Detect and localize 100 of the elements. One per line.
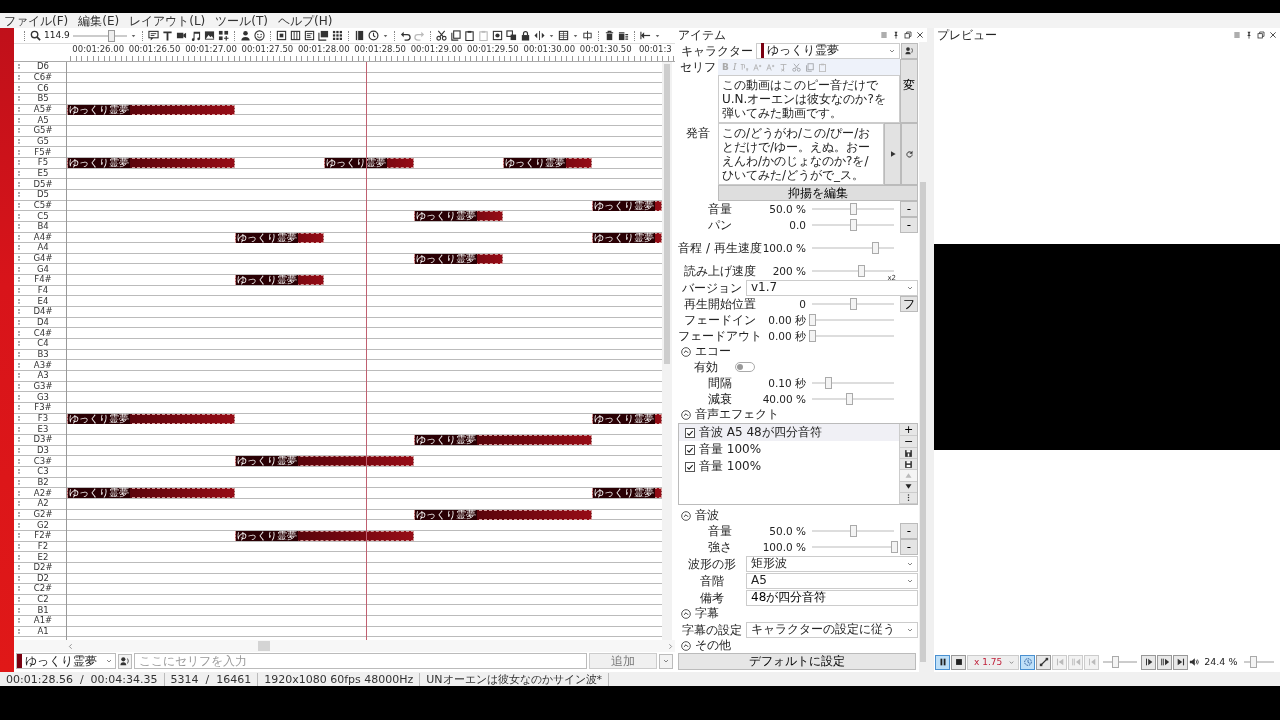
- player-button[interactable]: [1141, 654, 1157, 670]
- slider-thumb[interactable]: [1250, 656, 1258, 668]
- scissors-icon[interactable]: [435, 30, 447, 41]
- music-note-icon[interactable]: [189, 30, 201, 41]
- slider-thumb[interactable]: [107, 29, 115, 42]
- note-block[interactable]: ゆっくり霊夢: [234, 456, 414, 467]
- menu-item[interactable]: ヘルプ(H): [278, 13, 333, 28]
- clipboard-icon[interactable]: [477, 30, 489, 41]
- effect-item[interactable]: 音波 A5 48が四分音符: [679, 424, 899, 441]
- reset-button[interactable]: -: [900, 523, 918, 539]
- scroll-left-icon[interactable]: [66, 641, 75, 651]
- note-block[interactable]: ゆっくり霊夢: [324, 157, 414, 168]
- note-block[interactable]: ゆっくり霊夢: [413, 211, 503, 222]
- clipboard-icon[interactable]: [818, 62, 828, 72]
- triangle-down-icon[interactable]: [904, 482, 913, 492]
- remove-button[interactable]: −: [900, 436, 917, 448]
- restore-icon[interactable]: [904, 31, 912, 39]
- dropdown[interactable]: v1.7: [746, 279, 918, 296]
- caret-icon[interactable]: [129, 32, 137, 39]
- split-arrows-icon[interactable]: [533, 30, 545, 41]
- slider-thumb[interactable]: [845, 393, 853, 405]
- undo-icon[interactable]: [399, 30, 411, 41]
- collapse-icon[interactable]: [681, 409, 691, 420]
- slider-thumb[interactable]: [872, 242, 880, 254]
- dropdown[interactable]: キャラクターの設定に従う: [746, 621, 918, 638]
- edit-intonation-button[interactable]: 抑揚を編集: [718, 185, 918, 201]
- table-icon[interactable]: [557, 30, 569, 41]
- note-block[interactable]: ゆっくり霊夢: [413, 509, 593, 520]
- note-input[interactable]: 48が四分音符: [746, 589, 918, 606]
- collapse-icon[interactable]: [681, 510, 691, 521]
- restore-icon[interactable]: [1257, 31, 1265, 39]
- reset-button[interactable]: フ: [900, 296, 918, 312]
- center-align-icon[interactable]: [581, 30, 593, 41]
- player-button[interactable]: [951, 654, 966, 670]
- menu-item[interactable]: レイアウト(L): [129, 13, 206, 28]
- clear-format-icon[interactable]: [779, 62, 789, 72]
- trash-icon[interactable]: [603, 30, 615, 41]
- character-select[interactable]: ゆっくり霊夢: [16, 653, 116, 669]
- caret-icon[interactable]: [571, 32, 579, 39]
- menu-item[interactable]: ツール(T): [215, 13, 268, 28]
- note-block[interactable]: ゆっくり霊夢: [67, 413, 235, 424]
- scrollbar-thumb[interactable]: [664, 64, 670, 364]
- refresh-button[interactable]: [901, 123, 918, 185]
- book-icon[interactable]: [353, 30, 365, 41]
- pin-icon[interactable]: [1245, 31, 1253, 39]
- voice-button[interactable]: [901, 42, 918, 59]
- dialogue-text[interactable]: この動画はこのピー音だけでU.N.オーエンは彼女なのか?を弾いてみた動画です。: [718, 75, 900, 123]
- slider-thumb[interactable]: [850, 203, 857, 215]
- image-icon[interactable]: [203, 30, 215, 41]
- menu-item[interactable]: 編集(E): [78, 13, 120, 28]
- video-camera-icon[interactable]: [175, 30, 187, 41]
- slider-thumb[interactable]: [1112, 656, 1120, 668]
- scroll-right-icon[interactable]: [666, 641, 675, 651]
- dropdown[interactable]: A5: [746, 572, 918, 589]
- collapse-icon[interactable]: [681, 640, 691, 651]
- delete-list-icon[interactable]: [617, 30, 629, 41]
- speed-select[interactable]: x 1.75: [967, 654, 1020, 670]
- effect-item[interactable]: 音量 100%: [679, 458, 899, 475]
- dropdown[interactable]: 矩形波: [746, 555, 918, 572]
- menu-icon[interactable]: [880, 31, 888, 39]
- note-block[interactable]: ゆっくり霊夢: [67, 157, 235, 168]
- clock-icon[interactable]: [367, 30, 379, 41]
- player-button[interactable]: [935, 654, 950, 670]
- smiley-icon[interactable]: [253, 30, 265, 41]
- back-arrow-icon[interactable]: [639, 30, 651, 41]
- player-button[interactable]: [1157, 654, 1173, 670]
- pin-icon[interactable]: [892, 31, 900, 39]
- menu-icon[interactable]: [1233, 31, 1241, 39]
- checkbox[interactable]: [685, 444, 695, 455]
- copy-icon[interactable]: [449, 30, 461, 41]
- slider-thumb[interactable]: [858, 265, 866, 277]
- player-button[interactable]: [1036, 654, 1052, 670]
- scrollbar[interactable]: [662, 62, 672, 640]
- note-block[interactable]: ゆっくり霊夢: [413, 253, 503, 264]
- reset-button[interactable]: -: [900, 217, 918, 233]
- slider-thumb[interactable]: [850, 525, 857, 537]
- note-block[interactable]: ゆっくり霊夢: [67, 488, 235, 499]
- close-icon[interactable]: [916, 31, 924, 39]
- triangle-up-icon[interactable]: [904, 471, 913, 480]
- reset-button[interactable]: -: [900, 201, 918, 217]
- columns-icon[interactable]: [289, 30, 301, 41]
- close-icon[interactable]: [1269, 31, 1277, 39]
- dropdown-button[interactable]: [659, 653, 673, 669]
- duplicate-icon[interactable]: [505, 30, 517, 41]
- frame-icon[interactable]: [275, 30, 287, 41]
- clipboard-icon[interactable]: [463, 30, 475, 41]
- slider-thumb[interactable]: [809, 314, 816, 326]
- voice-button[interactable]: [118, 653, 132, 669]
- effect-item[interactable]: 音量 100%: [679, 441, 899, 458]
- subscript-icon[interactable]: [740, 62, 750, 72]
- convert-button[interactable]: 変: [900, 59, 918, 123]
- note-block[interactable]: ゆっくり霊夢: [234, 530, 414, 541]
- player-button[interactable]: [1173, 654, 1189, 670]
- slider-thumb[interactable]: [891, 541, 898, 553]
- save-preset-icon[interactable]: [904, 448, 913, 458]
- reset-defaults-button[interactable]: デフォルトに設定: [678, 653, 916, 670]
- note-block[interactable]: ゆっくり霊夢: [234, 275, 325, 286]
- character-select[interactable]: ゆっくり霊夢: [756, 42, 900, 59]
- dialogue-input[interactable]: ここにセリフを入力: [134, 653, 587, 669]
- scrollbar-thumb[interactable]: [258, 641, 271, 651]
